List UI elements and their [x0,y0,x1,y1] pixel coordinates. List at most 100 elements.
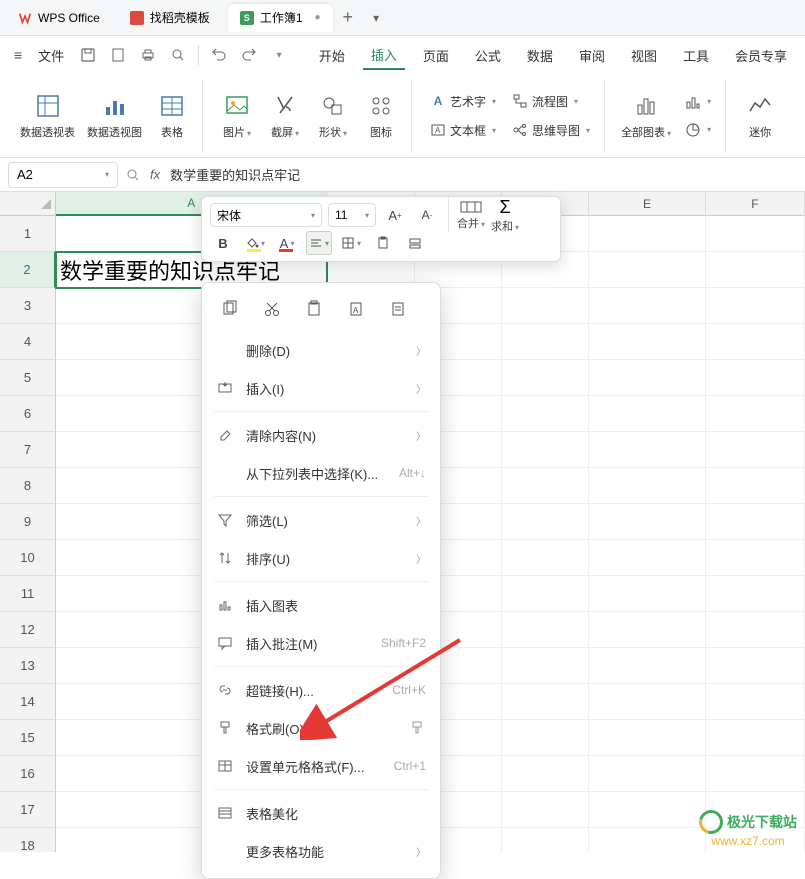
menu-tab-7[interactable]: 工具 [675,41,717,70]
select-all-corner[interactable] [0,192,56,216]
chart-type2-button[interactable]: ▾ [679,118,717,142]
cell-F9[interactable] [706,504,805,540]
file-menu[interactable]: 文件 [30,42,72,69]
row-header-6[interactable]: 6 [0,396,56,432]
row-header-10[interactable]: 10 [0,540,56,576]
cell-F13[interactable] [706,648,805,684]
paste-icon[interactable] [302,297,326,321]
redo-icon[interactable] [235,41,263,69]
cell-D3[interactable] [502,288,589,324]
cell-E6[interactable] [589,396,706,432]
cell-F6[interactable] [706,396,805,432]
menu-tab-2[interactable]: 页面 [415,41,457,70]
cell-E10[interactable] [589,540,706,576]
fill-color-button[interactable]: ▾ [242,231,268,255]
cell-D13[interactable] [502,648,589,684]
cell-D11[interactable] [502,576,589,612]
ctx-hyperlink[interactable]: 超链接(H)... Ctrl+K [202,671,440,709]
cell-D15[interactable] [502,720,589,756]
cell-D14[interactable] [502,684,589,720]
cell-F15[interactable] [706,720,805,756]
mini-button[interactable]: 迷你 [738,88,782,144]
cell-E16[interactable] [589,756,706,792]
cell-F3[interactable] [706,288,805,324]
cell-E17[interactable] [589,792,706,828]
ctx-more[interactable]: 更多表格功能 〉 [202,832,440,870]
row-header-7[interactable]: 7 [0,432,56,468]
cell-F4[interactable] [706,324,805,360]
namebox-dd-icon[interactable]: ▾ [105,170,109,179]
screenshot-button[interactable]: 截屏▾ [263,88,307,144]
cell-E5[interactable] [589,360,706,396]
format-button[interactable] [402,231,428,255]
cell-D18[interactable] [502,828,589,852]
row-header-13[interactable]: 13 [0,648,56,684]
menu-tab-3[interactable]: 公式 [467,41,509,70]
new-icon[interactable] [104,41,132,69]
wordart-button[interactable]: A 艺术字▾ [424,89,502,114]
cell-D9[interactable] [502,504,589,540]
tab-menu-button[interactable]: ▾ [363,11,389,25]
ctx-insert-chart[interactable]: 插入图表 [202,586,440,624]
menu-tab-0[interactable]: 开始 [311,41,353,70]
cell-F5[interactable] [706,360,805,396]
ctx-filter[interactable]: 筛选(L) 〉 [202,501,440,539]
cell-E15[interactable] [589,720,706,756]
cell-F1[interactable] [706,216,805,252]
font-select[interactable]: 宋体 ▾ [210,203,322,227]
picture-button[interactable]: 图片▾ [215,88,259,144]
cell-D17[interactable] [502,792,589,828]
row-header-11[interactable]: 11 [0,576,56,612]
app-tab-workbook[interactable]: S 工作簿1 ● [228,4,333,32]
ctx-sort[interactable]: 排序(U) 〉 [202,539,440,577]
cell-F12[interactable] [706,612,805,648]
icons-button[interactable]: 图标 [359,88,403,144]
app-tab-template[interactable]: 找稻壳模板 [118,4,222,32]
cell-D10[interactable] [502,540,589,576]
menu-tab-6[interactable]: 视图 [623,41,665,70]
cell-E18[interactable] [589,828,706,852]
row-header-14[interactable]: 14 [0,684,56,720]
row-header-15[interactable]: 15 [0,720,56,756]
app-tab-wps[interactable]: WPS Office [6,4,112,32]
merge-button[interactable]: 合并▾ [457,199,485,231]
row-header-12[interactable]: 12 [0,612,56,648]
ctx-insert[interactable]: 插入(I) 〉 [202,369,440,407]
fx-label[interactable]: fx [150,167,160,182]
clipboard-button[interactable] [370,231,396,255]
row-header-3[interactable]: 3 [0,288,56,324]
new-tab-button[interactable]: + [333,7,364,28]
cell-D5[interactable] [502,360,589,396]
cell-F7[interactable] [706,432,805,468]
formula-input[interactable]: 数学重要的知识点牢记 [170,165,300,184]
ctx-dropdown-pick[interactable]: 从下拉列表中选择(K)... Alt+↓ [202,454,440,492]
align-button[interactable]: ▾ [306,231,332,255]
pivot-chart-button[interactable]: 数据透视图 [83,88,146,144]
cell-E4[interactable] [589,324,706,360]
ctx-clear[interactable]: 清除内容(N) 〉 [202,416,440,454]
cell-F14[interactable] [706,684,805,720]
flowchart-button[interactable]: 流程图▾ [506,89,596,114]
paste-special-icon[interactable]: A [344,297,368,321]
cell-E1[interactable] [589,216,706,252]
cell-F11[interactable] [706,576,805,612]
row-header-16[interactable]: 16 [0,756,56,792]
row-header-17[interactable]: 17 [0,792,56,828]
mindmap-button[interactable]: 思维导图▾ [506,118,596,143]
column-header-F[interactable]: F [706,192,805,216]
row-header-18[interactable]: 18 [0,828,56,852]
cell-F16[interactable] [706,756,805,792]
cell-E3[interactable] [589,288,706,324]
textbox-button[interactable]: A 文本框▾ [424,118,502,143]
cell-E11[interactable] [589,576,706,612]
font-color-button[interactable]: A▾ [274,231,300,255]
search-fx-icon[interactable] [126,168,140,182]
cell-E8[interactable] [589,468,706,504]
ctx-cell-format[interactable]: 设置单元格格式(F)... Ctrl+1 [202,747,440,785]
cell-E7[interactable] [589,432,706,468]
cell-E12[interactable] [589,612,706,648]
menu-tab-8[interactable]: 会员专享 [727,41,795,70]
hamburger-icon[interactable]: ≡ [8,47,28,63]
ctx-insert-comment[interactable]: 插入批注(M) Shift+F2 [202,624,440,662]
cell-D12[interactable] [502,612,589,648]
